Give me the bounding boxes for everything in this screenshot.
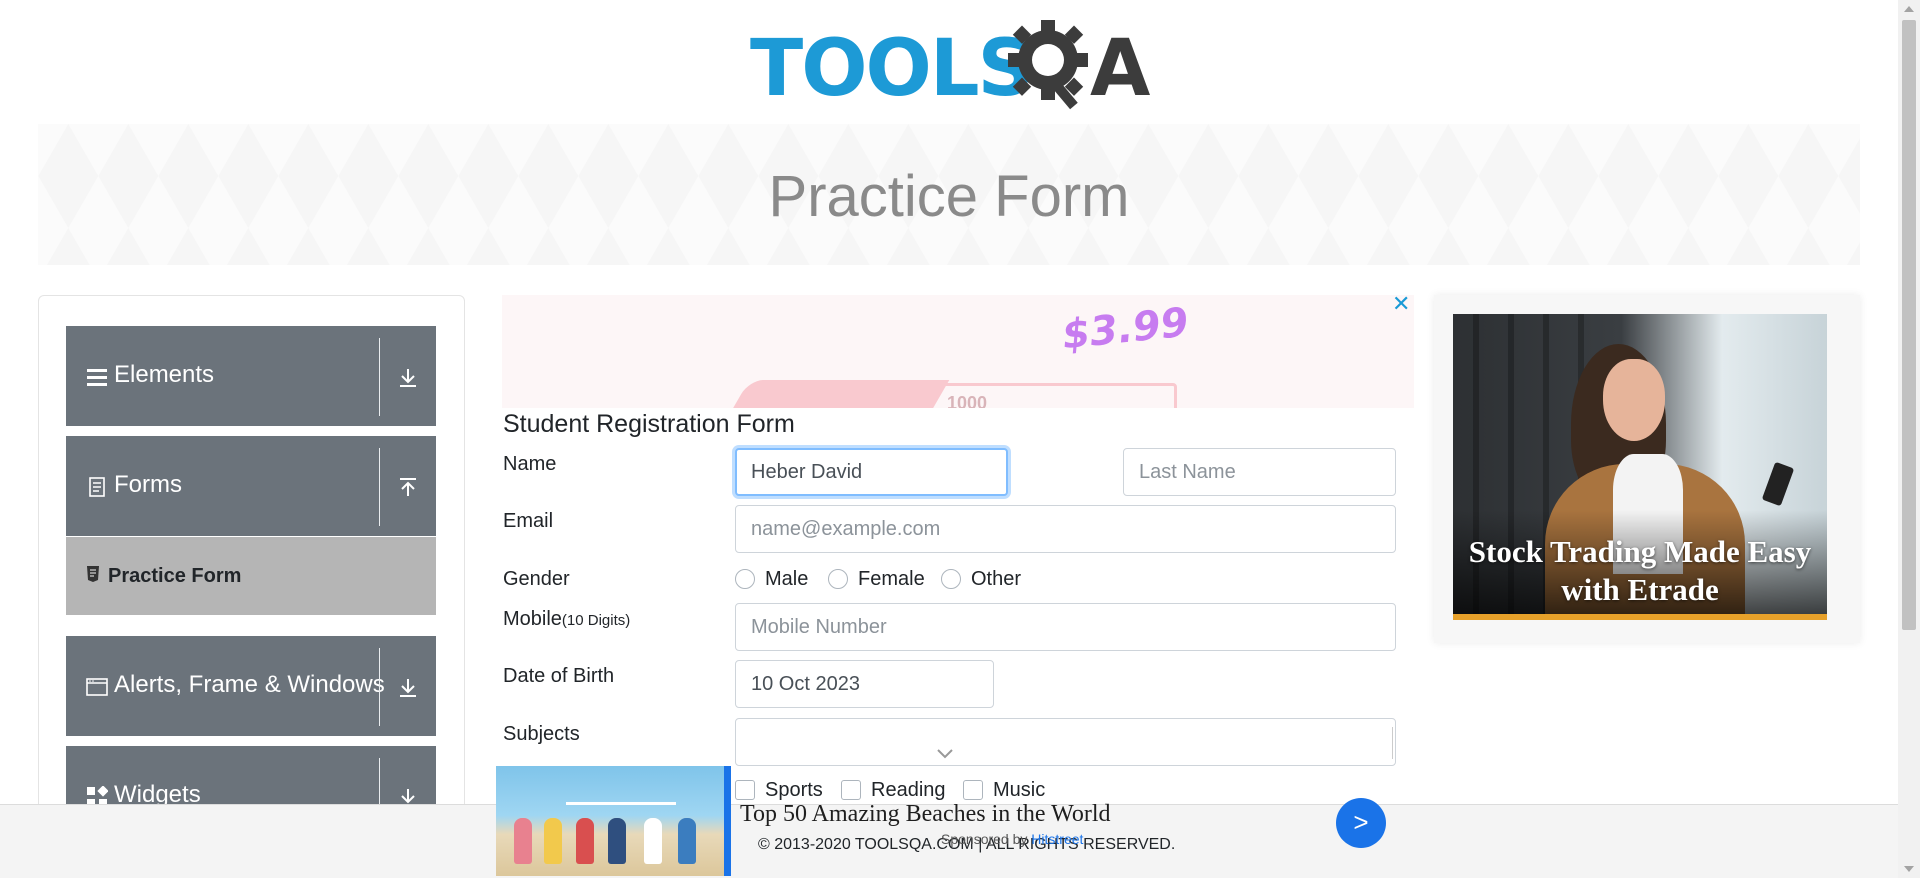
sidebar-group-alerts[interactable]: Alerts, Frame & Windows bbox=[66, 636, 436, 736]
ad-shape-outline bbox=[897, 383, 1177, 408]
mobile-label-text: Mobile bbox=[503, 608, 562, 630]
email-label: Email bbox=[503, 510, 554, 532]
dob-label: Date of Birth bbox=[503, 665, 615, 687]
page-scrollbar[interactable] bbox=[1898, 0, 1920, 878]
beach-thumbnail bbox=[496, 766, 724, 876]
top-ad-banner[interactable]: $3.99 1000 bbox=[502, 295, 1414, 408]
first-name-input[interactable] bbox=[735, 448, 1008, 496]
ad-accent-stripe bbox=[724, 766, 731, 876]
form-title: Student Registration Form bbox=[503, 410, 795, 438]
radio-label: Female bbox=[858, 568, 925, 590]
group-divider bbox=[379, 338, 380, 416]
beach-person bbox=[576, 818, 594, 864]
sidebar-item-practice-form[interactable]: Practice Form bbox=[66, 537, 436, 615]
toolsqa-logo[interactable]: TOOLS A bbox=[750, 18, 1155, 116]
person-face bbox=[1603, 359, 1665, 441]
date-of-birth-input[interactable] bbox=[735, 660, 994, 708]
sidebar-group-label: Forms bbox=[114, 471, 182, 498]
logo-a-text: A bbox=[1090, 24, 1151, 114]
subjects-input[interactable] bbox=[735, 718, 1396, 766]
sidebar-group-label: Alerts, Frame & Windows bbox=[114, 671, 385, 698]
mobile-label: Mobile(10 Digits) bbox=[503, 606, 630, 634]
upload-arrow-icon bbox=[396, 476, 420, 500]
document-icon bbox=[86, 476, 108, 498]
download-arrow-icon bbox=[396, 366, 420, 390]
window-icon bbox=[86, 676, 108, 698]
ad-next-button[interactable]: > bbox=[1336, 798, 1386, 848]
logo-tools-text: TOOLS bbox=[750, 24, 1034, 114]
phone bbox=[1761, 461, 1795, 507]
close-ad-icon[interactable]: ✕ bbox=[1392, 293, 1410, 315]
beach-person bbox=[544, 818, 562, 864]
last-name-input[interactable] bbox=[1123, 448, 1396, 496]
radio-circle[interactable] bbox=[941, 569, 961, 589]
sidebar: Elements Forms Practice Form Alerts, Fra… bbox=[38, 295, 465, 878]
sponsor-prefix: Sponsored by bbox=[941, 831, 1032, 847]
bottom-ad-sponsor: Sponsored by Hitstreet bbox=[941, 830, 1083, 848]
radio-circle[interactable] bbox=[735, 569, 755, 589]
bottom-ad-headline[interactable]: Top 50 Amazing Beaches in the World bbox=[740, 799, 1111, 829]
radio-circle[interactable] bbox=[828, 569, 848, 589]
page-title: Practice Form bbox=[768, 164, 1130, 229]
right-ad[interactable]: Stock Trading Made Easy with Etrade bbox=[1434, 295, 1860, 643]
radio-label: Other bbox=[971, 568, 1022, 590]
email-input[interactable] bbox=[735, 505, 1396, 553]
scroll-down-icon[interactable] bbox=[1904, 866, 1914, 872]
ad-number: 1000 bbox=[947, 393, 988, 408]
right-ad-headline: Stock Trading Made Easy with Etrade bbox=[1468, 534, 1812, 607]
form-icon bbox=[84, 565, 102, 583]
gender-label: Gender bbox=[503, 568, 570, 590]
beach-person bbox=[678, 818, 696, 864]
sidebar-group-label: Elements bbox=[114, 361, 215, 388]
subjects-separator bbox=[1392, 727, 1393, 759]
beach-person bbox=[514, 818, 532, 864]
scroll-up-icon[interactable] bbox=[1904, 6, 1914, 12]
chevron-down-icon[interactable] bbox=[936, 747, 954, 759]
beach-person bbox=[644, 818, 662, 864]
volleyball-net bbox=[566, 802, 676, 805]
name-label: Name bbox=[503, 453, 557, 475]
sponsor-name[interactable]: Hitstreet bbox=[1031, 831, 1083, 847]
download-arrow-icon bbox=[396, 676, 420, 700]
radio-label: Male bbox=[765, 568, 809, 590]
sidebar-group-forms[interactable]: Forms bbox=[66, 436, 436, 536]
scrollbar-thumb[interactable] bbox=[1902, 20, 1916, 630]
page-banner: Practice Form bbox=[38, 124, 1860, 265]
group-divider bbox=[379, 648, 380, 726]
sidebar-item-label: Practice Form bbox=[108, 565, 242, 587]
group-divider bbox=[379, 448, 380, 526]
gender-radio-other[interactable]: Other bbox=[941, 566, 1021, 592]
gender-radio-male[interactable]: Male bbox=[735, 566, 808, 592]
gear-icon bbox=[1008, 20, 1088, 110]
bottom-ad[interactable]: Top 50 Amazing Beaches in the World Spon… bbox=[496, 766, 1388, 876]
subjects-label: Subjects bbox=[503, 723, 580, 745]
ad-price: $3.99 bbox=[1059, 299, 1191, 359]
beach-person bbox=[608, 818, 626, 864]
ad-accent-bar bbox=[1453, 614, 1827, 620]
sidebar-group-elements[interactable]: Elements bbox=[66, 326, 436, 426]
mobile-hint: (10 Digits) bbox=[561, 612, 631, 629]
hamburger-icon bbox=[86, 366, 108, 388]
gender-radio-female[interactable]: Female bbox=[828, 566, 925, 592]
mobile-input[interactable] bbox=[735, 603, 1396, 651]
